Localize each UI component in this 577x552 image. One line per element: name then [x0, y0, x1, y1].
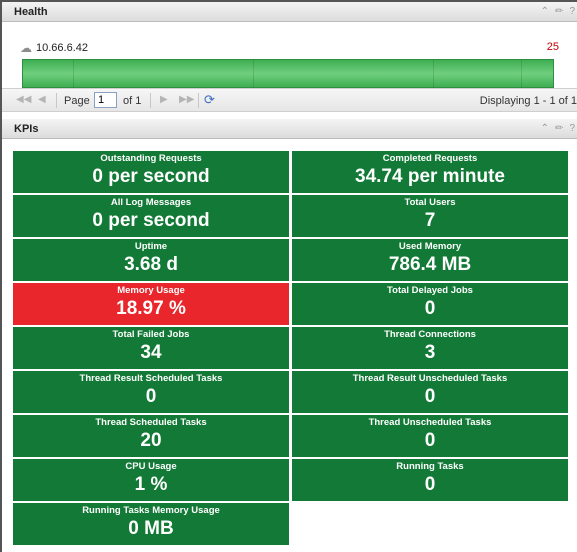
kpi-label: Total Failed Jobs — [112, 329, 190, 340]
kpi-value: 0 per second — [92, 210, 210, 231]
kpi-tile[interactable]: Memory Usage 18.97 % — [13, 283, 289, 325]
collapse-icon[interactable]: ⌃ — [541, 119, 549, 139]
page-number-input[interactable] — [94, 92, 117, 108]
kpi-value: 0 — [424, 474, 436, 495]
kpi-label: Uptime — [134, 241, 168, 252]
kpi-tile[interactable]: Total Users 7 — [292, 195, 568, 237]
health-bar-segment — [73, 60, 74, 87]
kpi-value: 34 — [140, 342, 162, 363]
kpi-value: 0 MB — [128, 518, 174, 539]
kpi-label: Total Users — [404, 197, 456, 208]
health-panel-header: Health ⌃ ✏ ? — [2, 2, 577, 22]
host-row[interactable]: ☁ 10.66.6.42 — [20, 41, 88, 55]
kpi-label: Outstanding Requests — [100, 153, 202, 164]
kpi-label: Used Memory — [398, 241, 462, 252]
kpi-value: 7 — [424, 210, 436, 231]
kpi-tile[interactable]: Used Memory 786.4 MB — [292, 239, 568, 281]
kpi-value: 34.74 per minute — [355, 166, 505, 187]
health-bar-segment — [433, 60, 434, 87]
kpi-label: Thread Result Scheduled Tasks — [79, 373, 223, 384]
toolbar-separator — [56, 93, 57, 108]
kpi-tile[interactable]: Running Tasks 0 — [292, 459, 568, 501]
help-icon[interactable]: ? — [569, 119, 575, 139]
health-bar-segment — [521, 60, 522, 87]
kpi-panel-tools: ⌃ ✏ ? — [541, 119, 575, 139]
kpi-value: 0 per second — [92, 166, 210, 187]
kpi-value: 3 — [424, 342, 436, 363]
kpi-tile[interactable]: Completed Requests 34.74 per minute — [292, 151, 568, 193]
health-bar-segment — [253, 60, 254, 87]
kpi-label: Total Delayed Jobs — [387, 285, 473, 296]
edit-icon[interactable]: ✏ — [555, 119, 563, 139]
host-address: 10.66.6.42 — [36, 42, 88, 54]
kpi-value: 0 — [145, 386, 157, 407]
kpi-label: Thread Connections — [384, 329, 476, 340]
health-bar[interactable] — [22, 59, 554, 88]
health-panel-body: ☁ 10.66.6.42 25 — [2, 22, 577, 88]
kpi-value: 786.4 MB — [388, 254, 472, 275]
kpi-panel-title: KPIs — [14, 123, 39, 135]
kpi-tile[interactable]: Thread Result Unscheduled Tasks 0 — [292, 371, 568, 413]
page-count-label: of 1 — [123, 95, 142, 107]
kpi-tile[interactable]: Thread Result Scheduled Tasks 0 — [13, 371, 289, 413]
health-panel-title: Health — [14, 6, 48, 18]
toolbar-separator — [150, 93, 151, 108]
kpi-tile[interactable]: Total Failed Jobs 34 — [13, 327, 289, 369]
kpi-label: Running Tasks Memory Usage — [82, 505, 220, 516]
first-page-icon[interactable]: ◀◀ — [16, 94, 31, 105]
last-page-icon[interactable]: ▶▶ — [179, 94, 194, 105]
kpi-label: Thread Unscheduled Tasks — [368, 417, 492, 428]
kpi-value: 0 — [424, 430, 436, 451]
kpi-label: CPU Usage — [125, 461, 177, 472]
displaying-info: Displaying 1 - 1 of 1 — [479, 95, 577, 107]
cloud-icon: ☁ — [20, 41, 32, 55]
kpi-tile[interactable]: Thread Scheduled Tasks 20 — [13, 415, 289, 457]
prev-page-icon[interactable]: ◀ — [38, 94, 46, 105]
kpi-tile[interactable]: Running Tasks Memory Usage 0 MB — [13, 503, 289, 545]
kpi-tile[interactable]: Outstanding Requests 0 per second — [13, 151, 289, 193]
kpi-value: 1 % — [134, 474, 168, 495]
edit-icon[interactable]: ✏ — [555, 2, 563, 22]
help-icon[interactable]: ? — [569, 2, 575, 22]
page-label: Page — [64, 95, 90, 107]
kpi-label: All Log Messages — [110, 197, 192, 208]
kpi-value: 3.68 d — [124, 254, 178, 275]
pagination-toolbar: ◀◀ ◀ Page of 1 ▶ ▶▶ ⟳ Displaying 1 - 1 o… — [2, 88, 577, 112]
kpi-value: 0 — [424, 298, 436, 319]
kpi-tile[interactable]: All Log Messages 0 per second — [13, 195, 289, 237]
kpi-tile[interactable]: Thread Unscheduled Tasks 0 — [292, 415, 568, 457]
kpi-label: Thread Result Unscheduled Tasks — [352, 373, 508, 384]
kpi-label: Running Tasks — [396, 461, 464, 472]
refresh-icon[interactable]: ⟳ — [204, 92, 215, 108]
health-panel-tools: ⌃ ✏ ? — [541, 2, 575, 22]
kpi-panel-header: KPIs ⌃ ✏ ? — [2, 119, 577, 139]
kpi-tile[interactable]: Thread Connections 3 — [292, 327, 568, 369]
host-count: 25 — [546, 41, 559, 53]
toolbar-separator — [198, 93, 199, 108]
kpi-label: Memory Usage — [117, 285, 185, 296]
kpi-value: 20 — [140, 430, 162, 451]
next-page-icon[interactable]: ▶ — [160, 94, 168, 105]
kpi-tile[interactable]: CPU Usage 1 % — [13, 459, 289, 501]
kpi-label: Completed Requests — [382, 153, 478, 164]
kpi-tile[interactable]: Uptime 3.68 d — [13, 239, 289, 281]
kpi-label: Thread Scheduled Tasks — [95, 417, 207, 428]
kpi-value: 0 — [424, 386, 436, 407]
collapse-icon[interactable]: ⌃ — [541, 2, 549, 22]
kpi-tile[interactable]: Total Delayed Jobs 0 — [292, 283, 568, 325]
kpi-value: 18.97 % — [116, 298, 186, 319]
